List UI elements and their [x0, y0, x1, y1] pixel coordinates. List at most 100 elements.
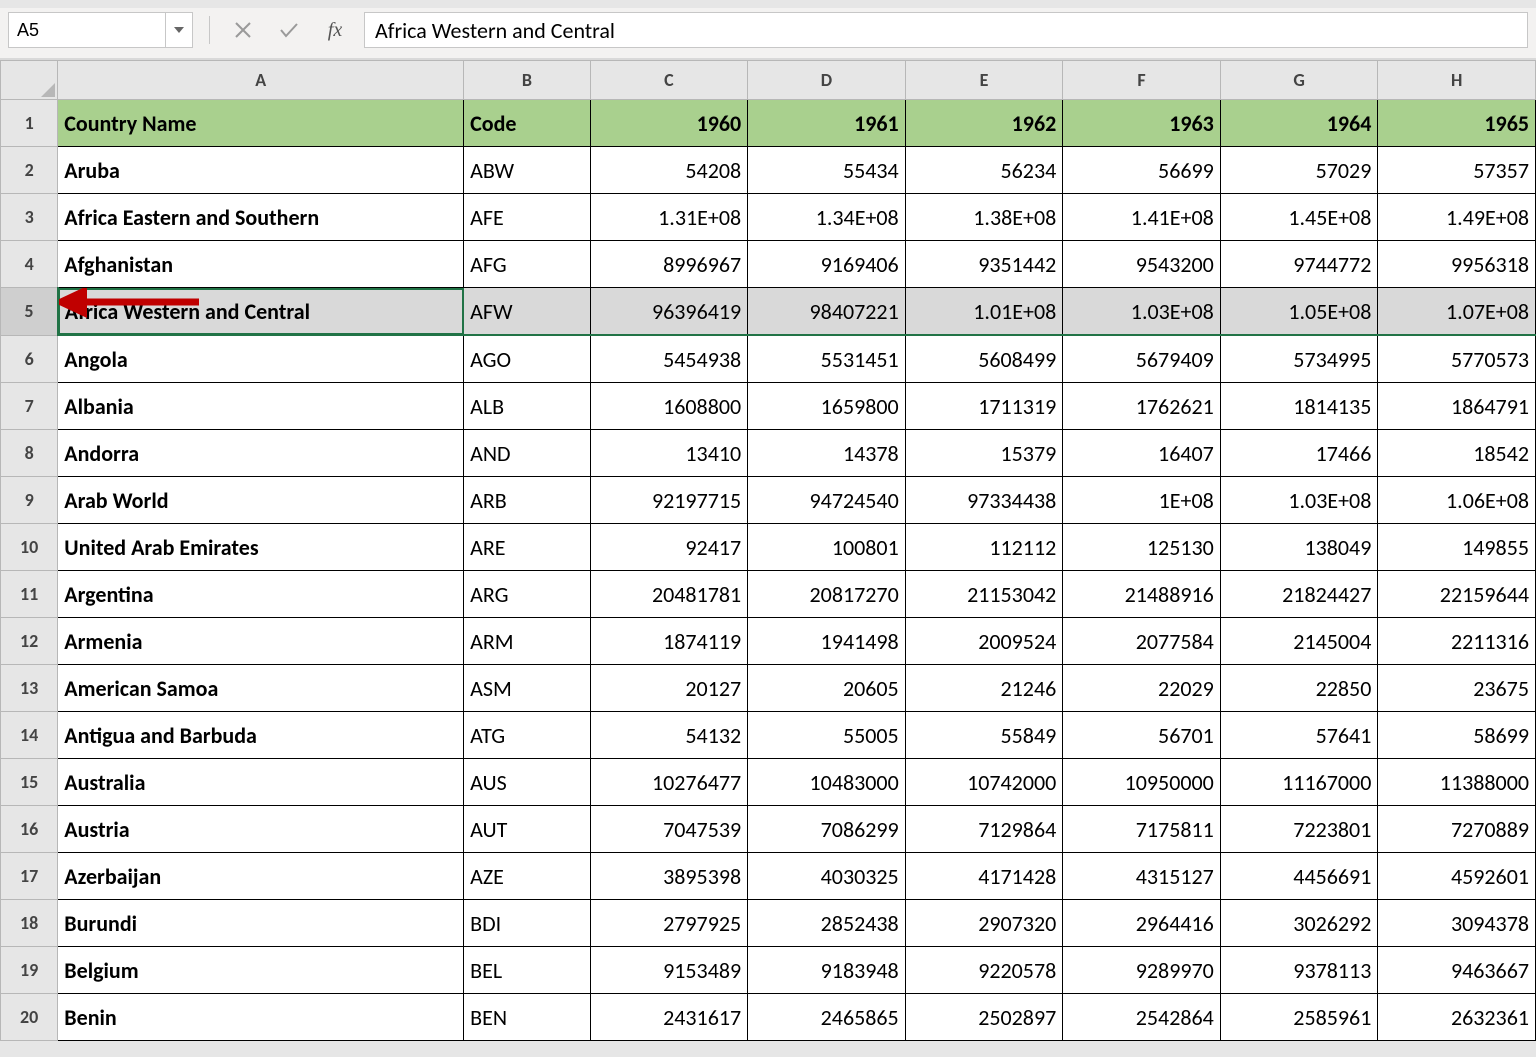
cell[interactable]: 22159644	[1378, 571, 1536, 618]
cell[interactable]: Andorra	[58, 430, 464, 477]
cell[interactable]: 1608800	[590, 383, 748, 430]
cell[interactable]: 1864791	[1378, 383, 1536, 430]
cell[interactable]: 1.06E+08	[1378, 477, 1536, 524]
cell[interactable]: Azerbaijan	[58, 853, 464, 900]
column-header-D[interactable]: D	[748, 61, 906, 100]
row-header[interactable]: 7	[1, 383, 58, 430]
row-header[interactable]: 9	[1, 477, 58, 524]
cell[interactable]: 3026292	[1220, 900, 1378, 947]
cell[interactable]: 9463667	[1378, 947, 1536, 994]
cell[interactable]: 1814135	[1220, 383, 1378, 430]
cell[interactable]: 7047539	[590, 806, 748, 853]
cell[interactable]: 9220578	[905, 947, 1063, 994]
row-header[interactable]: 12	[1, 618, 58, 665]
cell[interactable]: ABW	[464, 147, 591, 194]
cell[interactable]: 1965	[1378, 100, 1536, 147]
cell[interactable]: 9378113	[1220, 947, 1378, 994]
cell[interactable]: Antigua and Barbuda	[58, 712, 464, 759]
cell[interactable]: 55005	[748, 712, 906, 759]
cell[interactable]: Africa Western and Central	[58, 288, 464, 336]
cell[interactable]: 11388000	[1378, 759, 1536, 806]
cell[interactable]: 9543200	[1063, 241, 1221, 288]
cell[interactable]: 56701	[1063, 712, 1221, 759]
formula-input[interactable]: Africa Western and Central	[364, 12, 1528, 48]
accept-formula-button[interactable]	[272, 13, 306, 47]
row-header[interactable]: 8	[1, 430, 58, 477]
cell[interactable]: 112112	[905, 524, 1063, 571]
cell[interactable]: 55434	[748, 147, 906, 194]
cell[interactable]: AUS	[464, 759, 591, 806]
cell[interactable]: 1874119	[590, 618, 748, 665]
cell[interactable]: 54132	[590, 712, 748, 759]
cell[interactable]: 1.31E+08	[590, 194, 748, 241]
cell[interactable]: American Samoa	[58, 665, 464, 712]
cell[interactable]: 9289970	[1063, 947, 1221, 994]
cell[interactable]: 149855	[1378, 524, 1536, 571]
cell[interactable]: Country Name	[58, 100, 464, 147]
cell[interactable]: 1962	[905, 100, 1063, 147]
cell[interactable]: 4456691	[1220, 853, 1378, 900]
cell[interactable]: ALB	[464, 383, 591, 430]
cell[interactable]: 11167000	[1220, 759, 1378, 806]
cell[interactable]: 1.03E+08	[1063, 288, 1221, 336]
cell[interactable]: 2964416	[1063, 900, 1221, 947]
cell[interactable]: 1960	[590, 100, 748, 147]
column-header-G[interactable]: G	[1220, 61, 1378, 100]
cell[interactable]: 2585961	[1220, 994, 1378, 1041]
cell[interactable]: 13410	[590, 430, 748, 477]
cell[interactable]: 2009524	[905, 618, 1063, 665]
cell[interactable]: 4171428	[905, 853, 1063, 900]
cell[interactable]: 9351442	[905, 241, 1063, 288]
cell[interactable]: 2542864	[1063, 994, 1221, 1041]
cell[interactable]: 7270889	[1378, 806, 1536, 853]
cell[interactable]: 21824427	[1220, 571, 1378, 618]
cell[interactable]: 4592601	[1378, 853, 1536, 900]
cell[interactable]: 5770573	[1378, 335, 1536, 383]
cell[interactable]: 2797925	[590, 900, 748, 947]
row-header[interactable]: 19	[1, 947, 58, 994]
cell[interactable]: Australia	[58, 759, 464, 806]
cell[interactable]: 9153489	[590, 947, 748, 994]
cell[interactable]: Afghanistan	[58, 241, 464, 288]
cell[interactable]: 9956318	[1378, 241, 1536, 288]
cell[interactable]: 1711319	[905, 383, 1063, 430]
row-header[interactable]: 13	[1, 665, 58, 712]
cell[interactable]: 1659800	[748, 383, 906, 430]
cell[interactable]: 21488916	[1063, 571, 1221, 618]
cell[interactable]: Aruba	[58, 147, 464, 194]
cell[interactable]: Africa Eastern and Southern	[58, 194, 464, 241]
cell[interactable]: 15379	[905, 430, 1063, 477]
row-header[interactable]: 10	[1, 524, 58, 571]
cell[interactable]: 1.01E+08	[905, 288, 1063, 336]
cell[interactable]: 1964	[1220, 100, 1378, 147]
cell[interactable]: 20817270	[748, 571, 906, 618]
cell[interactable]: 2077584	[1063, 618, 1221, 665]
cell[interactable]: AND	[464, 430, 591, 477]
cell[interactable]: 7223801	[1220, 806, 1378, 853]
cell[interactable]: AFE	[464, 194, 591, 241]
cell[interactable]: 17466	[1220, 430, 1378, 477]
cell[interactable]: 57357	[1378, 147, 1536, 194]
cell[interactable]: ASM	[464, 665, 591, 712]
cell[interactable]: AUT	[464, 806, 591, 853]
row-header[interactable]: 11	[1, 571, 58, 618]
cell[interactable]: 57641	[1220, 712, 1378, 759]
cell[interactable]: 1.34E+08	[748, 194, 906, 241]
cell[interactable]: 57029	[1220, 147, 1378, 194]
cell[interactable]: ARE	[464, 524, 591, 571]
row-header[interactable]: 5	[1, 288, 58, 336]
cell[interactable]: 7086299	[748, 806, 906, 853]
cell[interactable]: 92417	[590, 524, 748, 571]
cell[interactable]: 5454938	[590, 335, 748, 383]
row-header[interactable]: 15	[1, 759, 58, 806]
cell[interactable]: 138049	[1220, 524, 1378, 571]
name-box-dropdown[interactable]	[166, 12, 193, 48]
cell[interactable]: 94724540	[748, 477, 906, 524]
cell[interactable]: 5734995	[1220, 335, 1378, 383]
cell[interactable]: 2145004	[1220, 618, 1378, 665]
cell[interactable]: 8996967	[590, 241, 748, 288]
cell[interactable]: 100801	[748, 524, 906, 571]
cancel-formula-button[interactable]	[226, 13, 260, 47]
column-header-A[interactable]: A	[58, 61, 464, 100]
insert-function-button[interactable]: fx	[318, 13, 352, 47]
